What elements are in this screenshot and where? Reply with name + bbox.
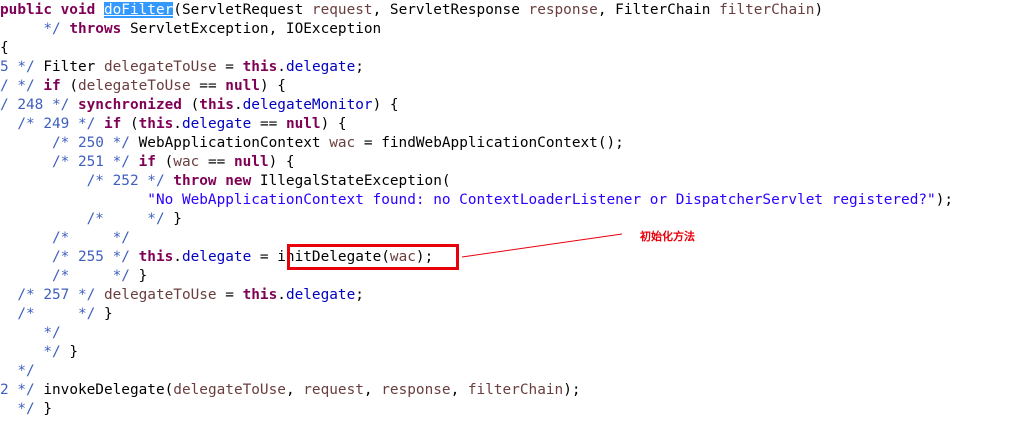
annotation-arrow: [461, 233, 623, 258]
annotation-label: 初始化方法: [640, 230, 695, 243]
